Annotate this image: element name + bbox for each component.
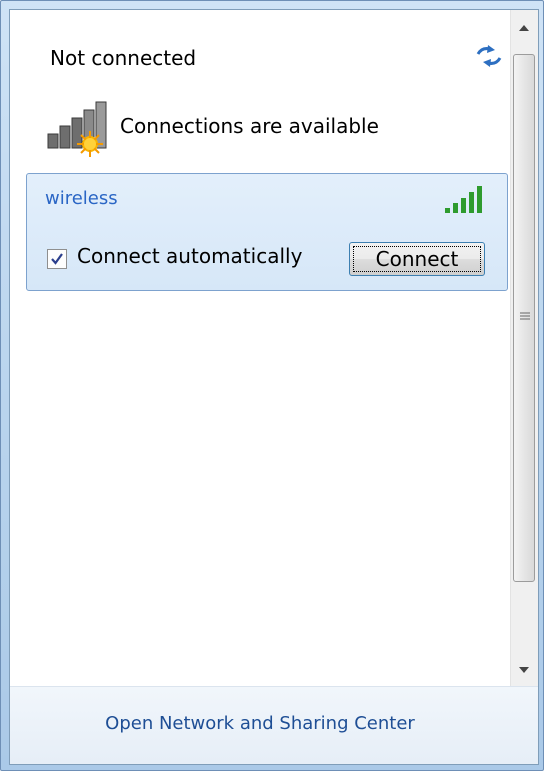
network-flyout-frame: Not connected Connections are available …: [0, 0, 544, 771]
signal-strength-icon: [445, 186, 482, 213]
connect-automatically-label[interactable]: Connect automatically: [77, 244, 302, 268]
connect-button[interactable]: Connect: [349, 242, 485, 276]
scroll-up-arrow-icon[interactable]: [513, 18, 535, 40]
scroll-down-arrow-icon[interactable]: [513, 658, 535, 680]
flyout-footer: Open Network and Sharing Center: [10, 686, 538, 764]
network-list-area: Not connected Connections are available …: [10, 10, 510, 686]
network-name: wireless: [45, 188, 118, 209]
scroll-thumb[interactable]: [513, 54, 535, 582]
connect-automatically-checkbox[interactable]: [47, 249, 67, 269]
connect-button-label: Connect: [375, 247, 459, 271]
connection-status: Not connected: [50, 46, 197, 70]
checkmark-icon: [51, 253, 63, 265]
availability-text: Connections are available: [120, 114, 379, 138]
grip-icon: [520, 312, 530, 320]
network-flyout-panel: Not connected Connections are available …: [9, 9, 539, 765]
vertical-scrollbar[interactable]: [510, 10, 538, 686]
network-available-icon: [47, 101, 107, 157]
open-network-sharing-center-link[interactable]: Open Network and Sharing Center: [10, 713, 510, 734]
network-item-wireless[interactable]: wireless Connect automatically Connect: [26, 173, 508, 291]
refresh-icon[interactable]: [472, 42, 506, 70]
